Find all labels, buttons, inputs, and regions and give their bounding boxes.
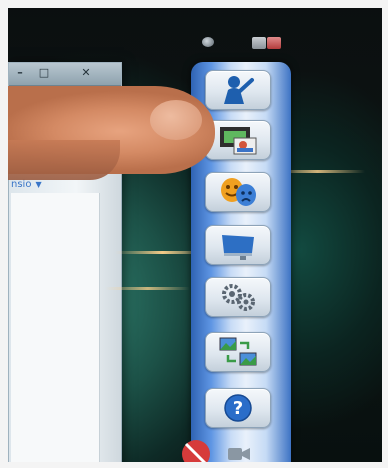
- photo-scene: – □ ✕ nsio ▼ ?: [0, 0, 388, 468]
- minimize-button[interactable]: –: [11, 66, 29, 80]
- user-present-icon: [224, 76, 254, 104]
- image-swap-icon: [219, 337, 257, 366]
- video-camera-icon[interactable]: [228, 448, 250, 460]
- finger-base: [0, 140, 120, 180]
- chevron-down-icon: ▼: [35, 180, 42, 189]
- photo-border: [382, 0, 388, 468]
- gears-icon: [222, 284, 255, 311]
- photo-border: [0, 462, 388, 468]
- themes-button[interactable]: [205, 172, 271, 212]
- window-content-pane: [11, 193, 100, 463]
- light-reflection: [105, 287, 190, 290]
- photo-border: [0, 0, 388, 8]
- filmstrip-slides-icon: [220, 127, 257, 155]
- close-button[interactable]: ✕: [77, 66, 95, 80]
- photo-border: [0, 0, 8, 468]
- presenter-button[interactable]: [205, 70, 271, 110]
- toolbar-close-button[interactable]: [267, 37, 281, 49]
- settings-button[interactable]: [205, 277, 271, 317]
- help-glyph: ?: [233, 398, 243, 419]
- finger-nail: [150, 100, 202, 140]
- theater-masks-icon: [221, 178, 256, 206]
- slides-button[interactable]: [205, 120, 271, 160]
- window-titlebar: – □ ✕: [9, 63, 121, 86]
- help-button[interactable]: ?: [205, 388, 271, 428]
- camera-lens-icon: [202, 37, 214, 47]
- help-icon: ?: [224, 394, 252, 422]
- toolbar-minimize-button[interactable]: [252, 37, 266, 49]
- maximize-button[interactable]: □: [35, 66, 53, 80]
- projector-screen-icon: [222, 235, 254, 260]
- dropdown-label-text: nsio: [11, 179, 32, 190]
- display-button[interactable]: [205, 225, 271, 265]
- swap-images-button[interactable]: [205, 332, 271, 372]
- dropdown-label[interactable]: nsio ▼: [11, 179, 42, 190]
